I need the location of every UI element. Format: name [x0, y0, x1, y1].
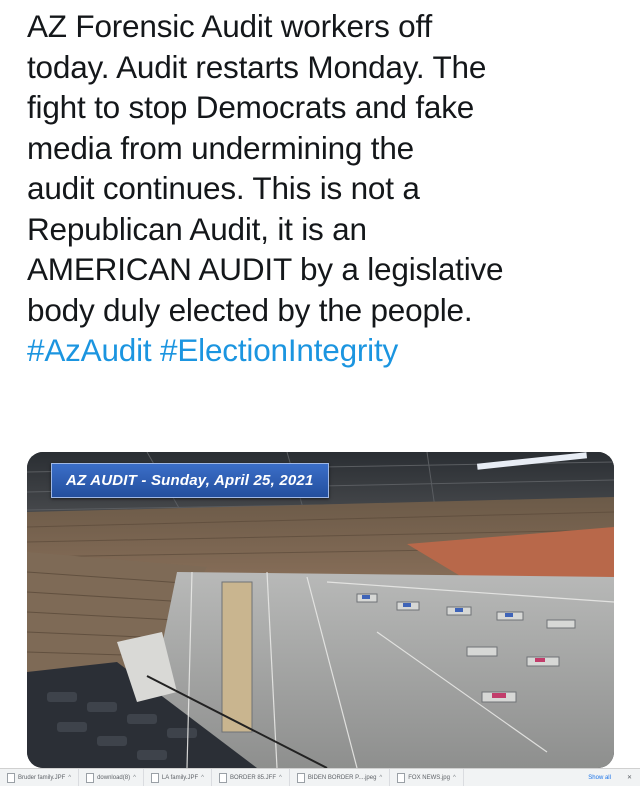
- file-icon: [296, 772, 305, 783]
- file-icon: [7, 772, 15, 783]
- download-filename: FOX NEWS.jpg: [408, 774, 450, 781]
- tweet-line: media from undermining the: [27, 129, 414, 166]
- tweet-line: audit continues. This is not a: [27, 170, 420, 206]
- download-bar: Bruder family.JPF ^ download(8) ^ LA fam…: [0, 768, 640, 786]
- download-item[interactable]: download(8) ^: [79, 769, 144, 786]
- download-filename: BIDEN BORDER P....jpeg: [307, 774, 377, 781]
- tweet-line: AMERICAN AUDIT by a legislative: [27, 251, 504, 287]
- download-filename: download(8): [97, 774, 131, 781]
- tweet-line: today. Audit restarts Monday. The: [27, 48, 487, 85]
- tweet-media-photo[interactable]: AZ AUDIT - Sunday, April 25, 2021: [27, 452, 614, 768]
- chevron-up-icon[interactable]: ^: [453, 775, 456, 781]
- tweet-line: Republican Audit, it is an: [27, 210, 367, 247]
- file-icon: [397, 772, 406, 783]
- tweet-line: fight to stop Democrats and fake: [27, 89, 475, 125]
- hashtag-azaudit[interactable]: #AzAudit: [27, 332, 152, 368]
- download-item[interactable]: Bruder family.JPF ^: [0, 769, 80, 786]
- hashtag-election-integrity[interactable]: #ElectionIntegrity: [160, 332, 398, 368]
- chevron-up-icon[interactable]: ^: [201, 775, 204, 781]
- hashtag-line: #AzAudit #ElectionIntegrity: [27, 330, 627, 371]
- chevron-up-icon[interactable]: ^: [68, 775, 71, 781]
- file-icon: [150, 772, 159, 783]
- tweet-text: AZ Forensic Audit workers off today. Aud…: [27, 6, 627, 371]
- download-item[interactable]: LA family.JPF ^: [144, 769, 212, 786]
- download-filename: BORDER 85.JFF: [229, 774, 276, 781]
- chevron-up-icon[interactable]: ^: [279, 775, 282, 781]
- file-icon: [86, 772, 95, 783]
- download-item[interactable]: FOX NEWS.jpg ^: [390, 769, 464, 786]
- chevron-up-icon[interactable]: ^: [379, 775, 382, 781]
- close-icon[interactable]: ✕: [619, 774, 640, 781]
- download-filename: LA family.JPF: [161, 774, 199, 781]
- tweet-line: body duly elected by the people.: [27, 291, 473, 328]
- tweet-line: AZ Forensic Audit workers off: [27, 8, 433, 44]
- download-item[interactable]: BORDER 85.JFF ^: [212, 769, 290, 786]
- download-item[interactable]: BIDEN BORDER P....jpeg ^: [290, 769, 391, 786]
- download-filename: Bruder family.JPF: [18, 774, 66, 781]
- chevron-up-icon[interactable]: ^: [133, 775, 136, 781]
- file-icon: [218, 772, 227, 783]
- arena-photo: [27, 452, 614, 768]
- media-caption-banner: AZ AUDIT - Sunday, April 25, 2021: [51, 463, 329, 498]
- show-all-downloads-link[interactable]: Show all: [580, 775, 619, 781]
